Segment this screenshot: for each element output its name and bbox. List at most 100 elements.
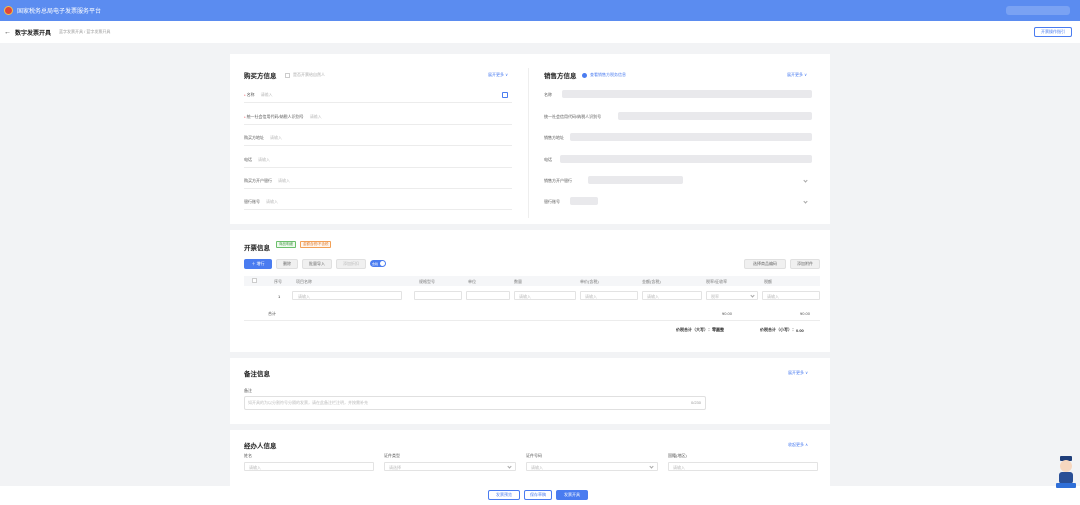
seller-title: 销售方信息	[544, 73, 577, 80]
total-upper-label: 价税合计（大写）：	[676, 327, 712, 332]
handler-idno-input[interactable]	[526, 462, 658, 471]
handler-name-label: 姓名	[244, 453, 252, 459]
handler-nationality-label: 国籍(地区)	[668, 453, 687, 459]
item-name-placeholder: 请输入	[298, 294, 310, 299]
delete-row-button[interactable]: 删除	[276, 259, 298, 269]
user-info-blurred[interactable]	[1006, 6, 1070, 15]
field-label: 销售方开户银行	[544, 178, 572, 183]
remarks-card	[230, 358, 830, 424]
handler-name-input[interactable]	[244, 462, 374, 471]
row-index: 1	[278, 294, 281, 299]
tax-mode-tag: 金额含税/不含税	[300, 241, 332, 248]
col-tax: 税额	[764, 279, 772, 284]
natural-person-label: 是否开票给自然人	[293, 72, 325, 77]
seller-account-dropdown-icon[interactable]	[803, 199, 808, 204]
checkbox-icon[interactable]	[285, 72, 290, 78]
field-label: 销售方地址	[544, 135, 564, 140]
select-goods-code-button[interactable]: 选择商品编码	[744, 259, 786, 269]
goods-detail-tag: 商品明细	[276, 241, 296, 248]
tax-rate-value: 税率	[711, 294, 719, 299]
handler-idno-placeholder: 请输入	[531, 465, 543, 470]
remarks-placeholder: 如开具的为以分割符号分隔的发票，请在此备注栏注明，并按需补充	[248, 400, 368, 405]
buyer-taxid-field[interactable]: * 统一社会信用代码/纳税人识别号 请输入	[244, 114, 322, 120]
buyer-name-field[interactable]: * 名称 请输入	[244, 92, 273, 98]
seller-info-link[interactable]: 查看销售方税务信息	[582, 72, 626, 78]
handler-idtype-select[interactable]	[384, 462, 516, 471]
field-label: 统一社会信用代码/纳税人识别号	[246, 114, 304, 119]
back-arrow-icon[interactable]: ←	[4, 29, 11, 36]
total-upper-value: 零圆整	[712, 327, 724, 332]
field-label: 名称	[246, 92, 255, 97]
tax-emblem-icon	[4, 6, 13, 15]
column-divider	[528, 68, 529, 218]
tax-inclusive-toggle[interactable]: 含税	[370, 260, 386, 267]
unit-input[interactable]	[466, 291, 510, 300]
divider	[244, 124, 512, 125]
field-placeholder: 请输入	[258, 157, 270, 162]
seller-account-field[interactable]: 银行账号	[544, 199, 560, 205]
seller-name-field: 名称	[544, 92, 552, 98]
handler-nationality-input[interactable]	[668, 462, 818, 471]
field-label: 购买方地址	[244, 135, 264, 140]
subtotal-tax: ¥0.00	[800, 311, 811, 316]
help-guide-button[interactable]: 开票操作指引	[1034, 27, 1072, 37]
seller-expand-link[interactable]: 展开更多 ∨	[787, 72, 807, 78]
add-discount-button[interactable]: 添加折扣	[336, 259, 366, 269]
spec-input[interactable]	[414, 291, 462, 300]
seller-name-value	[562, 90, 812, 98]
app-title: 国家税务总局电子发票服务平台	[17, 9, 102, 15]
remarks-label: 备注	[244, 388, 252, 394]
total-lower-label: 价税合计（小写）：	[760, 327, 796, 332]
col-index: 序号	[274, 279, 282, 284]
issue-invoice-button[interactable]: 发票开具	[556, 490, 588, 500]
total-upper: 价税合计（大写）： 零圆整	[676, 327, 724, 333]
buyer-phone-field[interactable]: 电话 请输入	[244, 157, 270, 163]
price-placeholder: 请输入	[585, 294, 597, 299]
remarks-counter: 0/230	[690, 400, 701, 405]
buyer-bank-field[interactable]: 购买方开户银行 请输入	[244, 178, 290, 184]
col-name: 项目名称	[296, 279, 312, 284]
invoice-table-header: 序号 项目名称 规格型号 单位 数量 单价(含税) 金额(含税) 税率/征收率 …	[244, 276, 820, 286]
field-label: 国籍(地区)	[668, 453, 687, 458]
field-placeholder: 请输入	[260, 92, 273, 97]
seller-phone-field: 电话	[544, 157, 552, 163]
divider	[244, 145, 512, 146]
field-label: 电话	[544, 157, 552, 162]
field-placeholder: 请输入	[270, 135, 282, 140]
handler-collapse-link[interactable]: 收起更多 ∧	[788, 442, 808, 448]
seller-address-value	[570, 133, 812, 141]
remarks-textarea[interactable]: 如开具的为以分割符号分隔的发票，请在此备注栏注明，并按需补充 0/230	[244, 396, 706, 410]
remarks-expand-link[interactable]: 展开更多 ∨	[788, 370, 808, 376]
assistant-avatar[interactable]	[1056, 456, 1076, 488]
buyer-account-field[interactable]: 银行账号 请输入	[244, 199, 278, 205]
amount-placeholder: 请输入	[647, 294, 659, 299]
divider	[244, 167, 512, 168]
party-info-card: 购买方信息 是否开票给自然人 展开更多 ∨ * 名称 请输入 * 统一社会信用代码/…	[230, 54, 830, 224]
field-label: 银行账号	[244, 199, 260, 204]
buyer-search-icon[interactable]	[502, 92, 508, 98]
add-row-button[interactable]: ＋ 增行	[244, 259, 272, 269]
divider	[244, 102, 512, 103]
seller-bank-dropdown-icon[interactable]	[803, 178, 808, 183]
buyer-expand-link[interactable]: 展开更多 ∨	[488, 72, 508, 78]
seller-bank-value	[588, 176, 683, 184]
save-draft-button[interactable]: 保存草稿	[524, 490, 552, 500]
field-label: 备注	[244, 388, 252, 393]
seller-bank-field[interactable]: 销售方开户银行	[544, 178, 572, 184]
field-label: 统一社会信用代码/纳税人识别号	[544, 114, 602, 119]
field-label: 购买方开户银行	[244, 178, 272, 183]
buyer-address-field[interactable]: 购买方地址 请输入	[244, 135, 282, 141]
select-all-checkbox[interactable]	[252, 278, 257, 283]
page-header: ← 数字发票开具 蓝字发票开具 / 蓝字发票开具 开票操作指引	[0, 21, 1080, 43]
seller-address-field: 销售方地址	[544, 135, 564, 141]
preview-button[interactable]: 发票预览	[488, 490, 520, 500]
field-label: 证件类型	[384, 453, 400, 458]
natural-person-checkbox[interactable]: 是否开票给自然人	[285, 72, 325, 78]
batch-import-button[interactable]: 批量导入	[302, 259, 332, 269]
col-spec: 规格型号	[419, 279, 435, 284]
breadcrumb[interactable]: 蓝字发票开具 / 蓝字发票开具	[59, 29, 110, 35]
add-attachment-button[interactable]: 添加附件	[790, 259, 820, 269]
field-label: 名称	[544, 92, 552, 97]
assistant-icon	[1056, 456, 1076, 488]
col-price: 单价(含税)	[580, 279, 599, 284]
